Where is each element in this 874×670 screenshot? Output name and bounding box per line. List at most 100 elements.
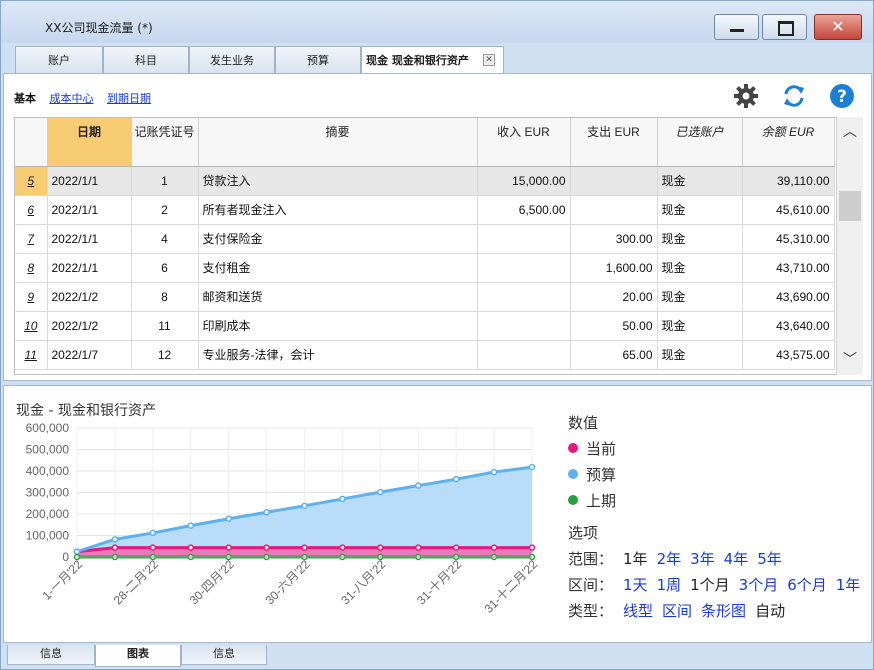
doc-cell[interactable]: 6 [131, 253, 199, 283]
income-cell[interactable] [477, 282, 571, 312]
income-cell[interactable] [477, 311, 571, 341]
maximize-button[interactable] [762, 14, 807, 40]
description-cell[interactable]: 印刷成本 [198, 311, 478, 341]
interval-option[interactable]: 1个月 [690, 576, 730, 594]
doc-cell[interactable]: 1 [131, 166, 199, 196]
table-row[interactable]: 7 2022/1/1 4 支付保险金 300.00 现金 45,310.00 [15, 224, 835, 254]
description-cell[interactable]: 专业服务-法律，会计 [198, 340, 478, 370]
interval-option[interactable]: 6个月 [787, 576, 827, 594]
col-date[interactable]: 日期 [47, 118, 132, 167]
col-balance[interactable]: 余额 EUR [742, 118, 835, 167]
scroll-up-icon[interactable]: ︿ [837, 121, 863, 141]
doc-cell[interactable]: 4 [131, 224, 199, 254]
view-cost-center[interactable]: 成本中心 [50, 92, 94, 105]
expense-cell[interactable]: 300.00 [570, 224, 658, 254]
account-cell[interactable]: 现金 [657, 253, 743, 283]
balance-cell[interactable]: 39,110.00 [742, 166, 835, 196]
gear-icon[interactable] [732, 82, 760, 110]
date-cell[interactable]: 2022/1/2 [47, 282, 132, 312]
interval-option[interactable]: 1周 [657, 576, 682, 594]
expense-cell[interactable]: 20.00 [570, 282, 658, 312]
type-option[interactable]: 条形图 [701, 602, 746, 620]
table-row[interactable]: 11 2022/1/7 12 专业服务-法律，会计 65.00 现金 43,575.00 [15, 340, 835, 370]
refresh-icon[interactable] [780, 82, 808, 110]
doc-cell[interactable]: 8 [131, 282, 199, 312]
minimize-button[interactable] [714, 14, 759, 40]
account-cell[interactable]: 现金 [657, 282, 743, 312]
scroll-down-icon[interactable]: ﹀ [837, 349, 863, 369]
date-cell[interactable]: 2022/1/1 [47, 195, 132, 225]
tab-categories[interactable]: 科目 [103, 46, 189, 73]
tab-transactions[interactable]: 发生业务 [189, 46, 275, 73]
col-expense[interactable]: 支出 EUR [570, 118, 658, 167]
date-cell[interactable]: 2022/1/1 [47, 224, 132, 254]
col-account[interactable]: 已选账户 [657, 118, 743, 167]
type-option[interactable]: 线型 [623, 602, 653, 620]
table-scrollbar[interactable]: ︿ ﹀ [836, 117, 863, 375]
interval-option[interactable]: 1年 [836, 576, 861, 594]
tab-close-icon[interactable]: ✕ [483, 54, 495, 66]
type-option[interactable]: 区间 [662, 602, 692, 620]
tab-chart[interactable]: 图表 [95, 645, 181, 667]
account-cell[interactable]: 现金 [657, 340, 743, 370]
description-cell[interactable]: 邮资和送货 [198, 282, 478, 312]
row-number-cell[interactable]: 11 [15, 340, 48, 370]
legend-item-current[interactable]: 当前 [568, 438, 616, 459]
range-option[interactable]: 1年 [623, 550, 648, 568]
range-option[interactable]: 3年 [690, 550, 715, 568]
description-cell[interactable]: 所有者现金注入 [198, 195, 478, 225]
close-window-button[interactable]: ✕ [814, 14, 862, 40]
balance-cell[interactable]: 43,710.00 [742, 253, 835, 283]
expense-cell[interactable]: 50.00 [570, 311, 658, 341]
account-cell[interactable]: 现金 [657, 224, 743, 254]
table-row[interactable]: 10 2022/1/2 11 印刷成本 50.00 现金 43,640.00 [15, 311, 835, 341]
table-row[interactable]: 6 2022/1/1 2 所有者现金注入 6,500.00 现金 45,610.00 [15, 195, 835, 225]
balance-cell[interactable]: 43,575.00 [742, 340, 835, 370]
tab-accounts[interactable]: 账户 [15, 46, 103, 73]
description-cell[interactable]: 支付保险金 [198, 224, 478, 254]
income-cell[interactable]: 6,500.00 [477, 195, 571, 225]
income-cell[interactable]: 15,000.00 [477, 166, 571, 196]
account-cell[interactable]: 现金 [657, 311, 743, 341]
balance-cell[interactable]: 45,310.00 [742, 224, 835, 254]
legend-item-prior[interactable]: 上期 [568, 490, 616, 511]
date-cell[interactable]: 2022/1/7 [47, 340, 132, 370]
doc-cell[interactable]: 12 [131, 340, 199, 370]
date-cell[interactable]: 2022/1/1 [47, 166, 132, 196]
row-number-cell[interactable]: 5 [15, 166, 48, 196]
row-number-cell[interactable]: 7 [15, 224, 48, 254]
interval-option[interactable]: 1天 [623, 576, 648, 594]
range-option[interactable]: 5年 [757, 550, 782, 568]
tab-cash-ledger[interactable]: 现金 现金和银行资产 ✕ [361, 46, 504, 74]
interval-option[interactable]: 3个月 [739, 576, 779, 594]
balance-cell[interactable]: 43,640.00 [742, 311, 835, 341]
col-income[interactable]: 收入 EUR [477, 118, 571, 167]
date-cell[interactable]: 2022/1/2 [47, 311, 132, 341]
col-description[interactable]: 摘要 [198, 118, 478, 167]
help-icon[interactable]: ? [828, 82, 856, 110]
income-cell[interactable] [477, 253, 571, 283]
table-row[interactable]: 8 2022/1/1 6 支付租金 1,600.00 现金 43,710.00 [15, 253, 835, 283]
expense-cell[interactable] [570, 195, 658, 225]
row-number-cell[interactable]: 9 [15, 282, 48, 312]
tab-info-2[interactable]: 信息 [181, 645, 267, 665]
range-option[interactable]: 2年 [657, 550, 682, 568]
table-row[interactable]: 5 2022/1/1 1 贷款注入 15,000.00 现金 39,110.00 [15, 166, 835, 196]
balance-cell[interactable]: 43,690.00 [742, 282, 835, 312]
table-row[interactable]: 9 2022/1/2 8 邮资和送货 20.00 现金 43,690.00 [15, 282, 835, 312]
view-base[interactable]: 基本 [14, 92, 36, 105]
income-cell[interactable] [477, 340, 571, 370]
row-number-cell[interactable]: 6 [15, 195, 48, 225]
scroll-thumb[interactable] [839, 191, 861, 221]
row-number-cell[interactable]: 8 [15, 253, 48, 283]
legend-item-budget[interactable]: 预算 [568, 464, 616, 485]
account-cell[interactable]: 现金 [657, 195, 743, 225]
balance-cell[interactable]: 45,610.00 [742, 195, 835, 225]
range-option[interactable]: 4年 [724, 550, 749, 568]
expense-cell[interactable] [570, 166, 658, 196]
col-doc[interactable]: 记账凭证号 [131, 118, 199, 167]
type-option[interactable]: 自动 [755, 602, 785, 620]
description-cell[interactable]: 支付租金 [198, 253, 478, 283]
expense-cell[interactable]: 65.00 [570, 340, 658, 370]
income-cell[interactable] [477, 224, 571, 254]
